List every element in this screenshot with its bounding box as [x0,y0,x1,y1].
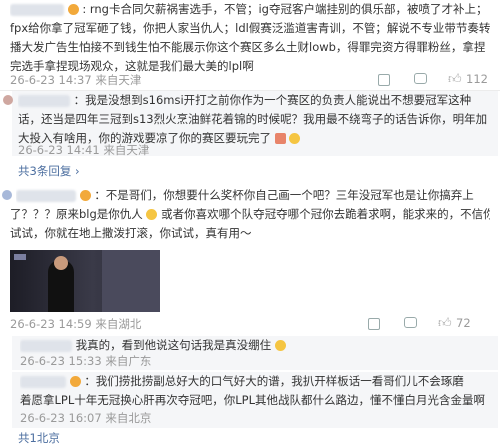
avatar [2,190,12,200]
comment-meta: 26-6-23 15:33 来自广东 [20,354,152,368]
avatar [3,95,13,105]
view-replies-link[interactable]: 共3条回复 › [18,163,80,179]
like-icon[interactable]: 👍︎ [438,316,452,331]
username-redacted[interactable] [20,339,72,352]
share-icon[interactable] [378,74,390,86]
comment-meta: 26-6-23 14:37 来自天津 [10,73,142,87]
username-redacted[interactable] [16,189,76,202]
chevron-right-icon: › [74,164,80,178]
like-icon[interactable]: 👍︎ [448,72,462,87]
vip-badge-icon [69,376,81,387]
username-redacted[interactable] [10,3,64,16]
vip-badge-icon [79,190,91,201]
username-redacted[interactable] [20,375,66,388]
comment-3: ：不是哥们，你想要什么奖杯你自己画一个吧？三年没冠军也是让你搞弃上 了？？？原来… [2,186,500,246]
comment-image[interactable] [10,250,160,312]
like-count: 72 [456,316,471,330]
stage-light [102,250,160,312]
username-redacted[interactable] [18,94,70,107]
comment-icon[interactable] [404,317,417,328]
comment-1: : rng卡合同欠薪祸害选手，不管；ig夺冠客户端挂别的俱乐部，被喷了才补上； … [10,2,490,87]
view-more-replies-link[interactable]: 共1北京 [18,430,60,446]
like-count: 112 [466,72,488,86]
share-icon[interactable] [368,318,380,330]
vip-badge-icon [67,4,79,15]
flower-emoji-icon [274,133,286,144]
crying-emoji-icon [289,133,301,144]
logo-mark [14,254,26,260]
smile-emoji-icon [146,209,158,220]
comment-meta: 26-6-23 16:07 来自北京 [20,411,152,425]
reply-thread-2: 我真的，看到他说这句话我是真没绷住 26-6-23 15:33 来自广东 [12,336,498,370]
comment-meta: 26-6-23 14:41 来自天津 [18,143,150,157]
reply-thread-3: ：我们捞批捞副总好大的口气好大的谱，我扒开样板话一看哥们儿不会琢磨 着愿拿LPL… [12,372,498,428]
comment-icon[interactable] [414,73,427,84]
person-face [54,256,68,270]
comment-meta: 26-6-23 14:59 来自湖北 [10,317,142,331]
laugh-emoji-icon [274,340,286,351]
